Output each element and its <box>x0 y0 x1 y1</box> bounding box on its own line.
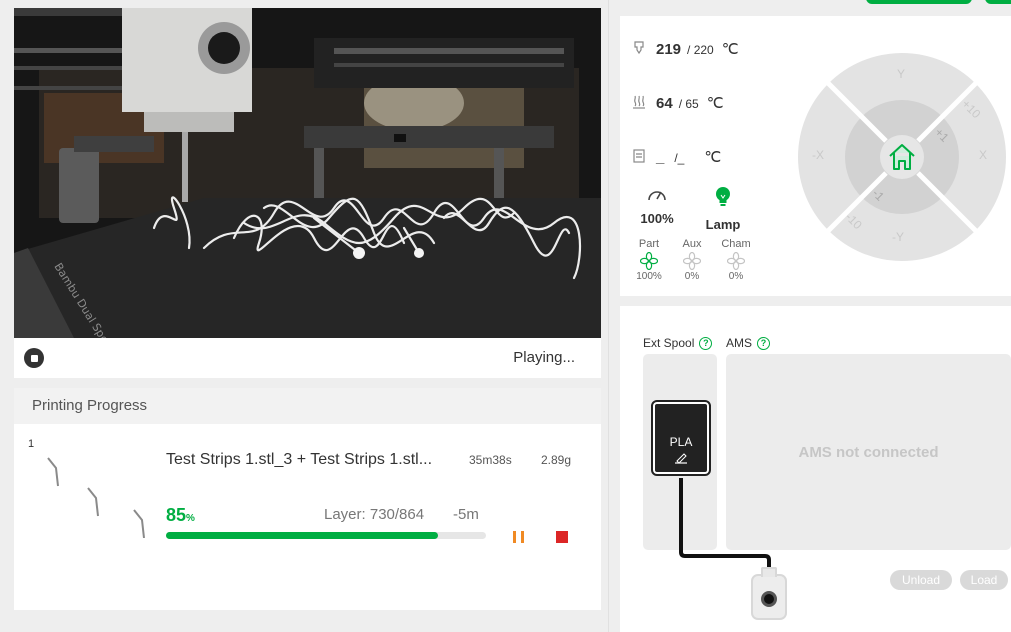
nozzle-temp-row[interactable]: 219 / 220 ℃ <box>632 40 739 58</box>
nozzle-temp-target: / 220 <box>687 43 714 57</box>
left-column: Bambu Dual Speed Textured Pl Playing. <box>0 0 608 632</box>
progress-percent: 85% <box>166 505 195 526</box>
pause-icon <box>513 531 516 543</box>
jog-y-minus[interactable]: -Y <box>892 230 904 244</box>
edit-pen-icon <box>675 453 687 464</box>
spool-material: PLA <box>669 435 693 449</box>
progress-title: Printing Progress <box>32 397 148 414</box>
extruder-cap <box>761 567 777 577</box>
column-divider <box>608 0 609 632</box>
jog-x-minus[interactable]: -X <box>812 148 824 162</box>
percent-unit: % <box>186 513 195 524</box>
pause-button[interactable] <box>511 530 527 544</box>
fan-aux-label: Aux <box>682 238 702 250</box>
ams-card: Ext Spool ? AMS ? AMS not connected PLA … <box>620 306 1011 632</box>
speed-control[interactable]: 100% <box>627 186 687 226</box>
load-button[interactable]: Load <box>960 570 1008 590</box>
print-time: 35m38s <box>469 453 512 467</box>
ext-spool-slot[interactable]: PLA <box>651 400 711 476</box>
camera-feed: Bambu Dual Speed Textured Pl <box>14 8 601 338</box>
printer-control-card: 219 / 220 ℃ 64 / 65 ℃ _ /_ ℃ 100% Lamp P… <box>620 16 1011 296</box>
fan-part-label: Part <box>638 238 660 250</box>
top-action-button[interactable] <box>866 0 972 4</box>
stop-icon <box>30 354 38 362</box>
plate-preview-image <box>47 457 145 538</box>
chamber-temp-unit: ℃ <box>704 149 722 166</box>
layer-text: Layer: 730/864 <box>324 506 425 523</box>
percent-value: 85 <box>166 505 187 525</box>
plate-thumbnail: 1 <box>28 438 148 538</box>
speed-value: 100% <box>640 211 674 226</box>
top-action-button-secondary[interactable] <box>985 0 1011 4</box>
nozzle-temp-unit: ℃ <box>721 41 739 58</box>
heatbed-icon <box>633 95 645 109</box>
stop-video-button[interactable] <box>24 348 44 368</box>
jog-y-plus[interactable]: Y <box>897 67 905 81</box>
axis-jog-control[interactable]: Y -Y X -X +10 +1 -1 -10 <box>797 52 1007 262</box>
bed-temp-target: / 65 <box>678 97 699 111</box>
bed-temp-current: 64 <box>656 95 673 112</box>
pause-icon-bar <box>521 531 524 543</box>
fan-part-value: 100% <box>636 271 662 282</box>
camera-image: Bambu Dual Speed Textured Pl <box>14 8 601 338</box>
chamber-temp-current: _ <box>656 149 665 166</box>
fan-chamber-label: Cham <box>721 238 751 250</box>
video-controls: Playing... <box>14 338 601 378</box>
extruder-nozzle <box>761 591 777 607</box>
fan-chamber[interactable]: Cham 0% <box>716 238 756 282</box>
fan-part[interactable]: Part 100% <box>629 238 669 282</box>
progress-bar <box>166 532 486 539</box>
unload-button[interactable]: Unload <box>890 570 952 590</box>
extruder-icon <box>751 567 787 620</box>
fan-icon <box>727 252 745 270</box>
chamber-temp-row[interactable]: _ /_ ℃ <box>632 148 721 166</box>
fan-aux[interactable]: Aux 0% <box>672 238 712 282</box>
file-name: Test Strips 1.stl_3 + Test Strips 1.stl.… <box>166 451 433 468</box>
chamber-temp-target: /_ <box>674 151 685 165</box>
chamber-icon <box>633 149 645 163</box>
video-card: Bambu Dual Speed Textured Pl Playing. <box>14 8 601 378</box>
fan-aux-value: 0% <box>684 271 700 282</box>
nozzle-icon <box>634 41 644 55</box>
remaining-time: -5m <box>453 506 479 523</box>
video-status: Playing... <box>513 349 575 366</box>
lamp-icon <box>716 187 730 206</box>
lamp-toggle[interactable]: Lamp <box>693 186 753 232</box>
fan-chamber-value: 0% <box>728 271 744 282</box>
bed-temp-unit: ℃ <box>706 95 724 112</box>
stop-print-button[interactable] <box>556 531 568 543</box>
fan-icon <box>640 252 658 270</box>
lamp-label: Lamp <box>705 217 741 232</box>
progress-bar-fill <box>166 532 438 539</box>
progress-header: Printing Progress <box>14 388 601 424</box>
nozzle-temp-current: 219 <box>656 41 682 58</box>
home-button[interactable] <box>885 140 919 174</box>
home-icon <box>889 144 915 170</box>
fan-icon <box>683 252 701 270</box>
print-weight: 2.89g <box>541 453 572 467</box>
bed-temp-row[interactable]: 64 / 65 ℃ <box>632 94 724 112</box>
speed-gauge-icon <box>648 191 666 201</box>
jog-x-plus[interactable]: X <box>979 148 987 162</box>
printing-progress-card: Printing Progress 1 Test Strips 1.stl_3 … <box>14 388 601 610</box>
